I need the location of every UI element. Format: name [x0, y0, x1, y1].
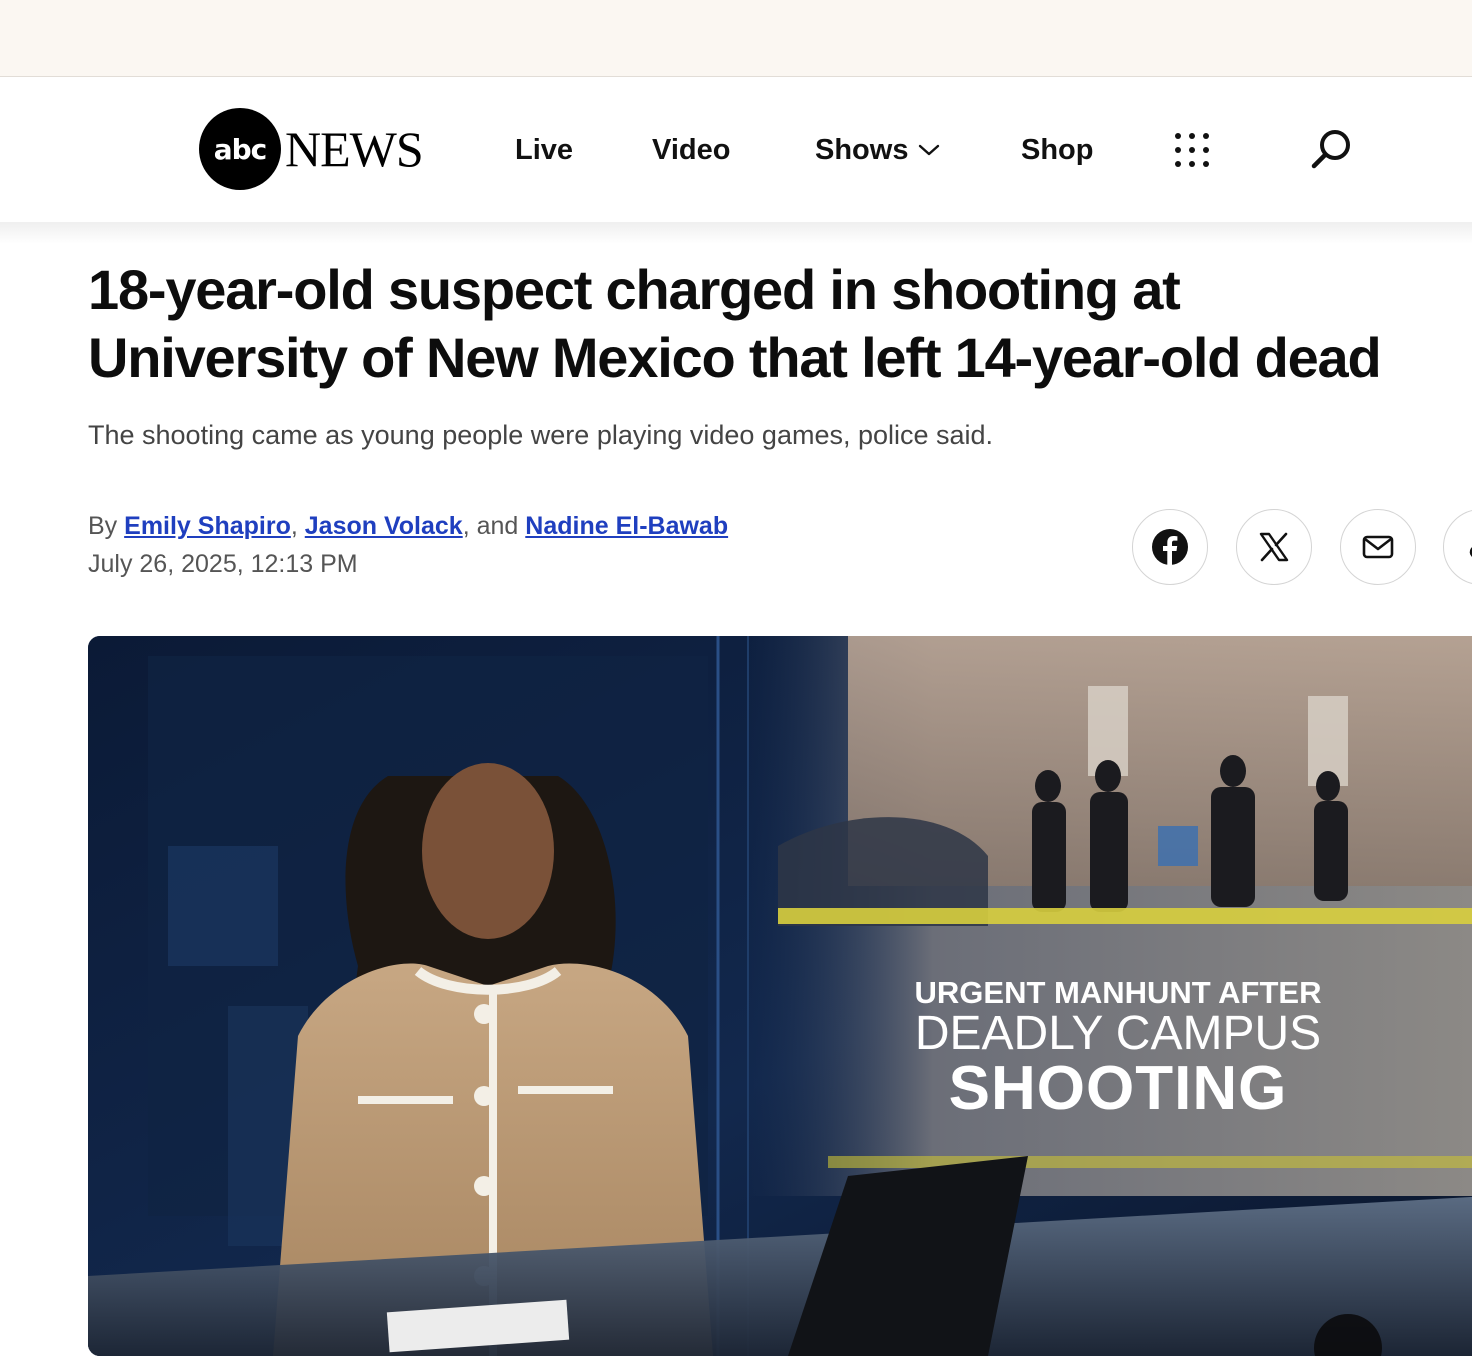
mail-icon — [1362, 535, 1394, 559]
abc-news-logo[interactable]: abc NEWS — [199, 108, 424, 190]
top-banner — [0, 0, 1472, 77]
nav-video[interactable]: Video — [652, 128, 730, 172]
nav-shows-label: Shows — [815, 134, 909, 166]
publish-date: July 26, 2025, 12:13 PM — [88, 550, 358, 578]
article-headline: 18-year-old suspect charged in shooting … — [88, 256, 1472, 392]
x-icon — [1259, 532, 1289, 562]
headline-line-1: 18-year-old suspect charged in shooting … — [88, 258, 1181, 321]
chyron-line-1: URGENT MANHUNT AFTER — [914, 975, 1322, 1010]
video-chyron: URGENT MANHUNT AFTER DEADLY CAMPUS SHOOT… — [868, 976, 1368, 1120]
author-link-nadine-el-bawab[interactable]: Nadine El-Bawab — [525, 512, 728, 540]
video-player[interactable]: URGENT MANHUNT AFTER DEADLY CAMPUS SHOOT… — [88, 636, 1472, 1356]
share-x-button[interactable] — [1236, 509, 1312, 585]
chyron-line-3: SHOOTING — [948, 1054, 1288, 1123]
byline: By Emily Shapiro, Jason Volack, and Nadi… — [88, 512, 728, 541]
news-wordmark: NEWS — [285, 121, 424, 177]
facebook-icon — [1152, 529, 1188, 565]
headline-line-2: University of New Mexico that left 14-ye… — [88, 326, 1382, 389]
link-icon — [1469, 547, 1472, 557]
search-icon[interactable] — [1308, 126, 1354, 172]
author-link-jason-volack[interactable]: Jason Volack — [305, 512, 463, 540]
byline-separator-and: , and — [462, 512, 519, 540]
copy-link-button[interactable] — [1443, 509, 1472, 585]
share-email-button[interactable] — [1340, 509, 1416, 585]
nav-shop[interactable]: Shop — [1021, 128, 1094, 172]
byline-prefix: By — [88, 512, 118, 540]
nav-live[interactable]: Live — [515, 128, 573, 172]
author-link-emily-shapiro[interactable]: Emily Shapiro — [124, 512, 291, 540]
chyron-line-2: DEADLY CAMPUS — [914, 1007, 1322, 1060]
abc-logo-mark: abc — [199, 108, 281, 190]
header-shadow — [0, 222, 1472, 244]
share-facebook-button[interactable] — [1132, 509, 1208, 585]
article-subheadline: The shooting came as young people were p… — [88, 420, 994, 450]
byline-separator: , — [290, 512, 298, 540]
grid-icon[interactable] — [1172, 130, 1212, 170]
chevron-down-icon — [919, 144, 940, 156]
nav-shows[interactable]: Shows — [815, 128, 940, 172]
